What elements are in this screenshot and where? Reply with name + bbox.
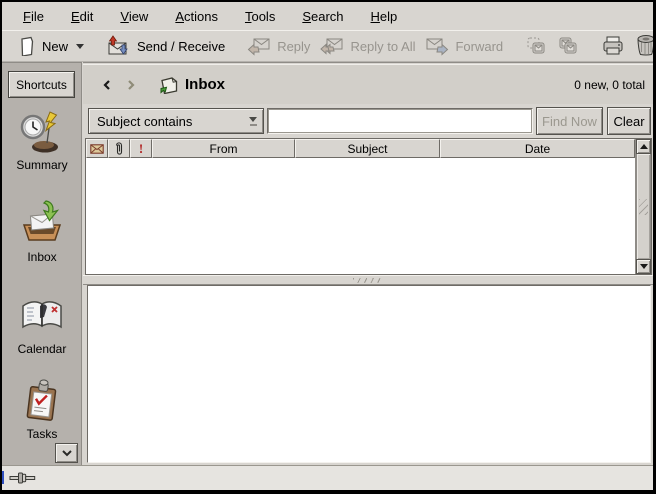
scrollbar-down-button[interactable] (636, 259, 651, 274)
calendar-book-icon (19, 293, 65, 339)
summary-clock-icon (19, 109, 65, 155)
search-criteria-dropdown[interactable]: Subject contains (88, 108, 264, 134)
forward-nav-icon (125, 78, 137, 92)
status-bar (2, 465, 653, 490)
menu-view[interactable]: View (111, 4, 157, 29)
inbox-folder-icon (159, 76, 179, 94)
send-receive-button[interactable]: Send / Receive (101, 33, 230, 59)
chevron-down-icon (76, 44, 84, 49)
print-icon (601, 35, 625, 57)
menu-actions[interactable]: Actions (166, 4, 227, 29)
sidebar-item-label: Inbox (27, 250, 56, 264)
folder-header: Inbox 0 new, 0 total (83, 64, 653, 104)
find-now-label: Find Now (542, 114, 597, 129)
delete-icon (635, 34, 653, 58)
delete-button[interactable] (630, 32, 653, 60)
attachment-paperclip-icon (114, 141, 124, 156)
forward-nav-button[interactable] (119, 76, 143, 94)
shortcuts-label: Shortcuts (16, 78, 67, 92)
column-subject[interactable]: Subject (295, 139, 440, 158)
tasks-clipboard-icon (19, 378, 65, 424)
reply-label: Reply (277, 39, 310, 54)
column-date[interactable]: Date (440, 139, 635, 158)
forward-label: Forward (455, 39, 503, 54)
copy-message-button[interactable] (520, 34, 552, 58)
search-bar: Subject contains Find Now Clear (88, 107, 651, 135)
reply-to-all-icon (320, 36, 344, 56)
priority-exclamation-icon: ! (139, 141, 143, 157)
menu-bar: File Edit View Actions Tools Search Help (2, 2, 653, 30)
menu-tools[interactable]: Tools (236, 4, 284, 29)
reply-icon (247, 36, 271, 56)
folder-message-count: 0 new, 0 total (574, 78, 645, 92)
option-menu-indicator-icon (249, 117, 259, 126)
move-message-icon (557, 36, 579, 56)
main-panel: Inbox 0 new, 0 total Subject contains Fi… (83, 62, 653, 465)
clear-button[interactable]: Clear (607, 107, 651, 135)
scrollbar-thumb[interactable] (636, 154, 651, 259)
column-attachment[interactable] (108, 139, 130, 158)
shortcut-bar: Shortcuts Summary (2, 62, 82, 465)
search-input[interactable] (267, 108, 533, 134)
new-document-icon (18, 36, 36, 56)
sidebar-item-tasks[interactable]: Tasks (2, 378, 82, 441)
sidebar-scroll-down-button[interactable] (55, 443, 78, 463)
message-list-main: ! From Subject Date (86, 139, 635, 274)
back-icon (101, 78, 113, 92)
message-list-scrollbar (635, 139, 651, 274)
inbox-tray-icon (18, 199, 66, 247)
toolbar: New Send / Receive (2, 30, 653, 62)
forward-icon (425, 36, 449, 56)
reply-to-all-label: Reply to All (350, 39, 415, 54)
send-receive-icon (106, 35, 131, 57)
scrollbar-up-button[interactable] (636, 139, 651, 154)
clear-label: Clear (613, 114, 644, 129)
pane-splitter[interactable] (83, 275, 653, 285)
menu-search[interactable]: Search (293, 4, 352, 29)
column-priority[interactable]: ! (130, 139, 152, 158)
forward-button[interactable]: Forward (420, 34, 508, 58)
evolution-window: File Edit View Actions Tools Search Help… (2, 2, 653, 490)
sidebar-item-label: Calendar (18, 342, 67, 356)
back-button[interactable] (95, 76, 119, 94)
status-resize-tick (2, 471, 4, 484)
arrow-down-icon (640, 264, 648, 269)
message-preview-pane (87, 285, 651, 463)
reply-button[interactable]: Reply (242, 34, 315, 58)
chevron-down-icon (60, 448, 74, 458)
print-button[interactable] (596, 33, 630, 59)
new-button-label: New (42, 39, 68, 54)
folder-title: Inbox (185, 76, 225, 93)
find-now-button[interactable]: Find Now (536, 107, 603, 135)
new-button[interactable]: New (13, 34, 89, 58)
move-message-button[interactable] (552, 34, 584, 58)
send-receive-label: Send / Receive (137, 39, 225, 54)
unread-envelope-icon (90, 144, 104, 154)
column-message-status[interactable] (86, 139, 108, 158)
reply-to-all-button[interactable]: Reply to All (315, 34, 420, 58)
message-list-header: ! From Subject Date (86, 139, 635, 158)
arrow-up-icon (640, 144, 648, 149)
offline-plug-icon[interactable] (9, 471, 39, 485)
sidebar-item-label: Summary (16, 158, 67, 172)
shortcuts-group-button[interactable]: Shortcuts (8, 71, 75, 98)
menu-edit[interactable]: Edit (62, 4, 102, 29)
sidebar-item-calendar[interactable]: Calendar (2, 293, 82, 356)
message-list: ! From Subject Date (85, 138, 652, 275)
menu-help[interactable]: Help (362, 4, 407, 29)
message-list-body[interactable] (86, 158, 635, 274)
search-criteria-value: Subject contains (97, 114, 192, 129)
column-from[interactable]: From (152, 139, 295, 158)
sidebar-item-label: Tasks (27, 427, 58, 441)
sidebar-item-inbox[interactable]: Inbox (2, 199, 82, 264)
copy-message-icon (525, 36, 547, 56)
sidebar-item-summary[interactable]: Summary (2, 109, 82, 172)
splitter-grip-icon (353, 278, 383, 283)
menu-file[interactable]: File (14, 4, 53, 29)
